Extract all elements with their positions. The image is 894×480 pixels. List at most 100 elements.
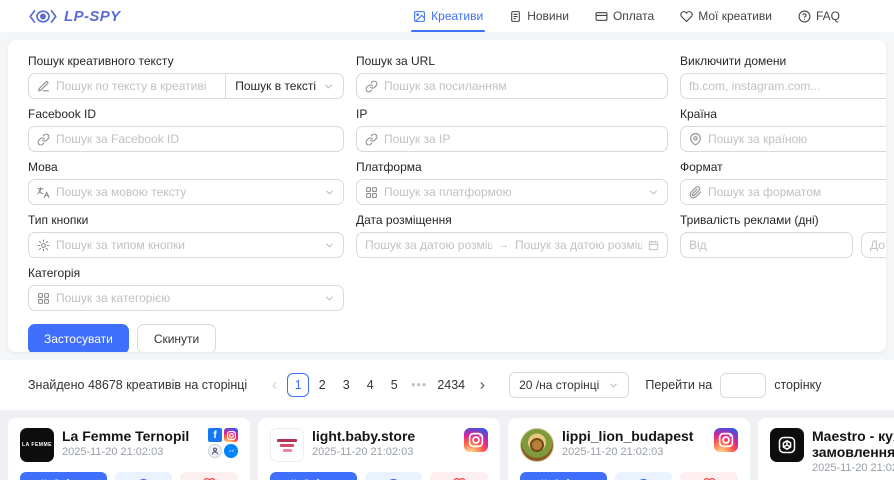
chevron-down-icon [648, 187, 659, 198]
results-bar: Знайдено 48678 креативів на сторінці 1 2… [0, 360, 894, 410]
map-pin-icon [689, 133, 702, 146]
grid-icon [365, 186, 378, 199]
filter-label: Тип кнопки [28, 213, 344, 227]
exclude-domains-input[interactable] [689, 79, 886, 93]
credit-card-icon [595, 10, 608, 23]
language-select[interactable] [56, 185, 318, 199]
ip-input[interactable] [384, 132, 659, 146]
avatar [520, 428, 554, 462]
text-search-mode-value: Пошук в тексті [235, 79, 316, 93]
text-search-mode-select[interactable]: Пошук в тексті [225, 73, 344, 99]
filter-label: Пошук креативного тексту [28, 54, 344, 68]
nav-tab-creatives[interactable]: Креативи [413, 0, 483, 32]
nav-tab-label: Креативи [431, 9, 483, 23]
instagram-icon[interactable] [464, 428, 488, 452]
duration-from-input[interactable] [689, 238, 844, 252]
paperclip-icon [689, 186, 702, 199]
link-icon [365, 133, 378, 146]
apply-button[interactable]: Застосувати [28, 324, 129, 352]
nav-tab-faq[interactable]: FAQ [798, 0, 840, 32]
avatar [270, 428, 304, 462]
goto-page: Перейти на сторінку [645, 373, 821, 398]
news-icon [509, 10, 522, 23]
nav-tab-payment[interactable]: Оплата [595, 0, 654, 32]
goto-page-input[interactable] [720, 373, 766, 398]
creative-card[interactable]: LA FEMME La Femme Ternopil 2025-11-20 21… [8, 418, 250, 480]
creative-card[interactable]: Maestro - кухні, ме замовлення в Ужго 20… [758, 418, 894, 480]
views-button[interactable] [615, 472, 673, 480]
pagination: 1 2 3 4 5 ••• 2434 [263, 373, 493, 397]
logo-eye-icon [28, 8, 58, 25]
page-button-3[interactable]: 3 [335, 373, 357, 397]
page-button-4[interactable]: 4 [359, 373, 381, 397]
messenger-icon[interactable] [224, 444, 238, 458]
nav-tab-label: FAQ [816, 9, 840, 23]
profile-icon[interactable] [208, 444, 222, 458]
filter-label: Дата розміщення [356, 213, 668, 227]
cube-logo-icon [777, 435, 797, 455]
instagram-icon[interactable] [224, 428, 238, 442]
facebook-icon[interactable]: f [208, 428, 222, 442]
category-select[interactable] [56, 291, 318, 305]
chevron-down-icon [324, 187, 335, 198]
date-from-input[interactable] [365, 238, 492, 252]
country-input[interactable] [708, 132, 886, 146]
nav-tab-label: Мої креативи [698, 9, 772, 23]
creative-card[interactable]: lippi_lion_budapest 2025-11-20 21:02:03 … [508, 418, 750, 480]
goto-prefix: Перейти на [645, 378, 712, 392]
views-button[interactable] [365, 472, 423, 480]
pencil-icon [37, 80, 50, 93]
nav-tab-news[interactable]: Новини [509, 0, 569, 32]
instagram-glyph-icon [717, 431, 735, 449]
link-icon [37, 133, 50, 146]
heart-icon [680, 10, 693, 23]
platform-select[interactable] [384, 185, 642, 199]
filter-placement-date: Дата розміщення → [356, 213, 668, 258]
page-ellipsis[interactable]: ••• [407, 373, 431, 397]
instagram-icon[interactable] [714, 428, 738, 452]
calendar-icon [648, 240, 659, 251]
favorite-button[interactable] [430, 472, 488, 480]
avatar [770, 428, 804, 462]
filter-label: Мова [28, 160, 344, 174]
goto-suffix: сторінку [774, 378, 821, 392]
filter-label: Країна [680, 107, 886, 121]
days-active-button[interactable]: 3 days [270, 472, 357, 480]
main-nav: Креативи Новини Оплата Мої креативи FAQ [413, 0, 840, 32]
date-to-input[interactable] [515, 238, 642, 252]
chevron-down-icon [324, 293, 335, 304]
page-size-select[interactable]: 20 /на сторінці [509, 372, 629, 398]
filter-category: Категорія [28, 266, 344, 311]
card-date: 2025-11-20 21:02:03 [562, 446, 706, 458]
favorite-button[interactable] [680, 472, 738, 480]
views-button[interactable] [115, 472, 173, 480]
question-icon [798, 10, 811, 23]
range-arrow-icon: → [498, 239, 509, 251]
button-type-select[interactable] [56, 238, 318, 252]
nav-tab-label: Оплата [613, 9, 654, 23]
filter-label: Платформа [356, 160, 668, 174]
prev-page-button[interactable] [263, 373, 285, 397]
reset-button[interactable]: Скинути [137, 324, 216, 352]
nav-tab-my-creatives[interactable]: Мої креативи [680, 0, 772, 32]
next-page-button[interactable] [471, 373, 493, 397]
logo[interactable]: LP-SPY [28, 8, 121, 25]
page-button-1[interactable]: 1 [287, 373, 309, 397]
creative-text-input[interactable] [56, 79, 217, 93]
card-title: light.baby.store [312, 428, 456, 444]
chevron-right-icon [477, 380, 488, 391]
facebook-id-input[interactable] [56, 132, 335, 146]
page-button-2[interactable]: 2 [311, 373, 333, 397]
duration-to-input[interactable] [870, 238, 886, 252]
favorite-button[interactable] [180, 472, 238, 480]
card-date: 2025-11-20 21:02:03 [312, 446, 456, 458]
url-input[interactable] [384, 79, 659, 93]
chevron-left-icon [269, 380, 280, 391]
format-input[interactable] [708, 185, 886, 199]
days-active-button[interactable]: 0 days [520, 472, 607, 480]
page-button-5[interactable]: 5 [383, 373, 405, 397]
days-active-button[interactable]: 3 days [20, 472, 107, 480]
creative-card[interactable]: light.baby.store 2025-11-20 21:02:03 3 d… [258, 418, 500, 480]
chevron-down-icon [608, 380, 619, 391]
page-button-2434[interactable]: 2434 [433, 373, 469, 397]
